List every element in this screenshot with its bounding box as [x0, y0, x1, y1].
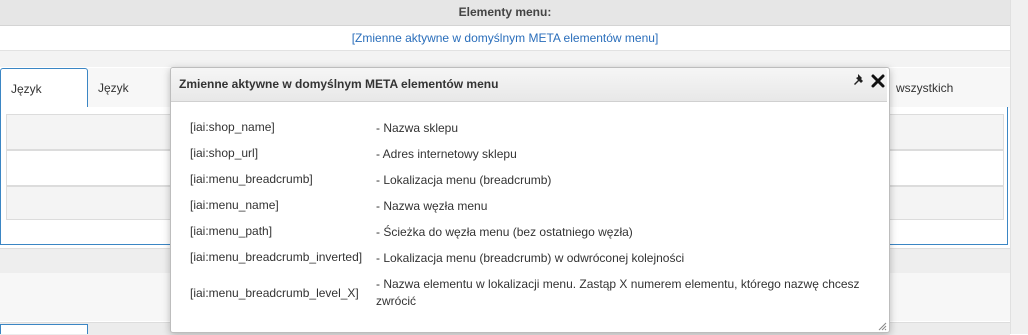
variable-row: [iai:menu_breadcrumb_inverted] - Lokaliz…: [190, 250, 880, 276]
tab-stub[interactable]: [0, 324, 88, 334]
variables-list: [iai:shop_name] - Nazwa sklepu [iai:shop…: [190, 120, 880, 310]
variable-key: [iai:menu_name]: [190, 198, 279, 212]
section-header: Elementy menu:: [0, 0, 1010, 26]
tab-polish[interactable]: Język Polski: [0, 68, 88, 136]
variable-description: - Nazwa sklepu: [376, 121, 459, 135]
page-scrollbar[interactable]: [1010, 0, 1028, 334]
variable-row: [iai:menu_name] - Nazwa węzła menu: [190, 198, 880, 224]
resize-handle-icon[interactable]: [877, 320, 887, 331]
meta-variables-link[interactable]: [Zmienne aktywne w domyślnym META elemen…: [352, 31, 659, 45]
dialog-titlebar[interactable]: Zmienne aktywne w domyślnym META element…: [171, 68, 887, 102]
variable-key: [iai:shop_name]: [190, 120, 275, 134]
spacer-row: [0, 51, 1010, 67]
variable-row: [iai:menu_breadcrumb_level_X] - Nazwa el…: [190, 276, 880, 310]
close-icon[interactable]: [870, 73, 886, 89]
variable-description: - Ścieżka do węzła menu (bez ostatniego …: [376, 225, 633, 239]
variable-row: [iai:menu_breadcrumb] - Lokalizacja menu…: [190, 172, 880, 198]
tab-english[interactable]: Język English: [88, 68, 178, 135]
variable-description: - Nazwa elementu w lokalizacji menu. Zas…: [376, 277, 860, 308]
variable-row: [iai:shop_name] - Nazwa sklepu: [190, 120, 880, 146]
variable-description: - Lokalizacja menu (breadcrumb): [376, 173, 552, 187]
variable-key: [iai:menu_breadcrumb_inverted]: [190, 250, 363, 264]
variable-key: [iai:shop_url]: [190, 146, 259, 160]
variable-description: - Adres internetowy sklepu: [376, 147, 517, 161]
variable-description: - Lokalizacja menu (breadcrumb) w odwróc…: [376, 251, 685, 265]
meta-link-row: [Zmienne aktywne w domyślnym META elemen…: [0, 26, 1010, 51]
variable-row: [iai:shop_url] - Adres internetowy sklep…: [190, 146, 880, 172]
meta-variables-dialog: Zmienne aktywne w domyślnym META element…: [170, 67, 890, 333]
pin-icon[interactable]: [853, 73, 867, 87]
variable-key: [iai:menu_breadcrumb_level_X]: [190, 286, 359, 300]
section-title: Elementy menu:: [458, 5, 552, 19]
variable-key: [iai:menu_path]: [190, 224, 273, 238]
variable-row: [iai:menu_path] - Ścieżka do węzła menu …: [190, 224, 880, 250]
variable-description: - Nazwa węzła menu: [376, 199, 488, 213]
tab-all-languages[interactable]: wszystkich językach: [886, 68, 1010, 135]
variable-key: [iai:menu_breadcrumb]: [190, 172, 313, 186]
dialog-title: Zmienne aktywne w domyślnym META element…: [179, 77, 499, 91]
